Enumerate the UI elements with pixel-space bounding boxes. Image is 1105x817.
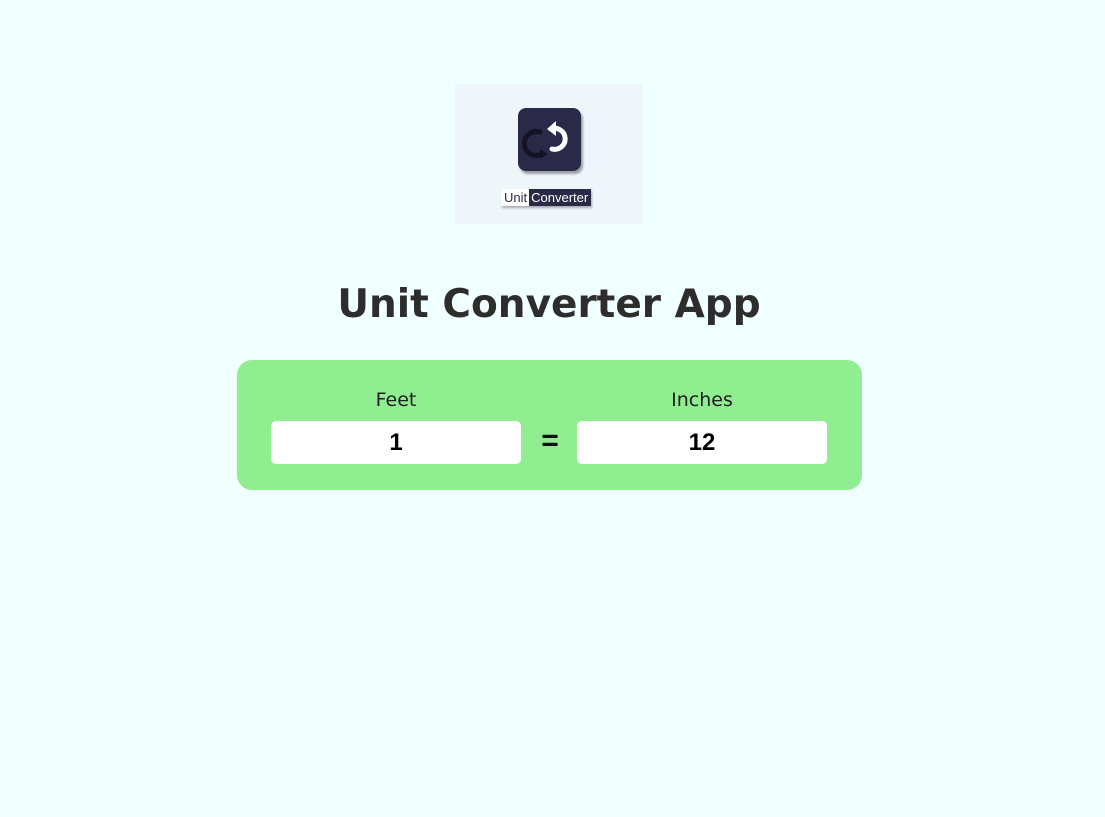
logo-word-converter: Converter	[529, 189, 592, 206]
unit-converter-arrows-icon	[518, 108, 581, 171]
logo-word-unit: Unit	[501, 189, 530, 206]
inches-input[interactable]	[577, 421, 827, 464]
converter-panel: Feet = Inches	[237, 360, 862, 490]
feet-input[interactable]	[271, 421, 521, 464]
app-logo: Unit Converter	[455, 84, 643, 224]
to-unit-label: Inches	[671, 389, 733, 411]
from-unit-label: Feet	[375, 389, 417, 411]
logo-wordmark: Unit Converter	[501, 189, 592, 206]
equals-sign: =	[541, 424, 559, 457]
page-title: Unit Converter App	[337, 282, 761, 327]
